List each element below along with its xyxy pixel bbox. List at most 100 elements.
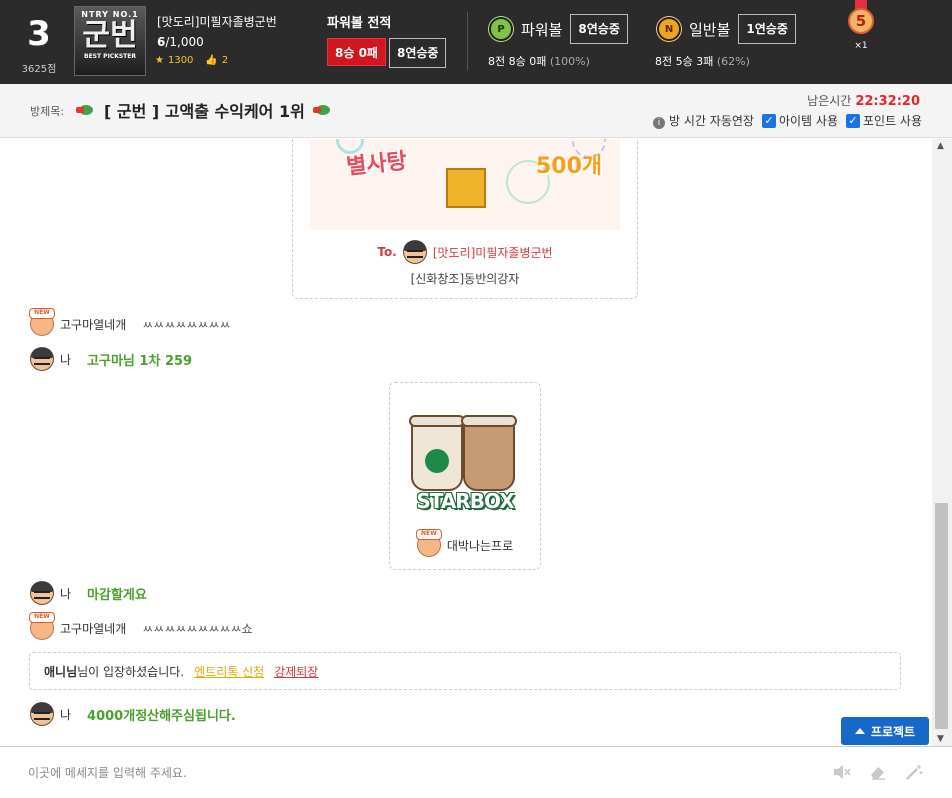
powerball-pct: (100%) [549,55,590,68]
message-nick[interactable]: 고구마열네개 [60,316,126,333]
gift-count-text: 500개 [536,154,603,179]
user-stats: ★ 1300 👍 2 [155,55,228,66]
normalball-name: 일반볼 [689,20,731,39]
chat-scrollbar[interactable]: ▲ ▼ [932,139,952,746]
point-use-label: 포인트 사용 [862,114,922,128]
kick-link[interactable]: 강제퇴장 [274,663,318,680]
remaining-label: 남은시간 [807,94,852,108]
message-text: ㅆㅆㅆㅆㅆㅆㅆㅆ [142,317,231,332]
chat-message: 고구마열네개 ㅆㅆㅆㅆㅆㅆㅆㅆ [29,308,231,336]
gift-title-text: 별사탕 [345,148,409,181]
rank-points: 3625점 [21,64,57,75]
gift-sender: [신화창조]동반의강자 [410,272,520,286]
powerball-stat: 8전 8승 0패 (100%) [488,53,590,69]
avatar[interactable] [30,581,54,605]
profile-header: 3 3625점 NTRY NO.1 군번 BEST PICKSTER [맛도리]… [0,0,952,84]
scroll-up-arrow-icon[interactable]: ▲ [937,141,944,151]
room-title-label: 방제목: [30,105,65,118]
gift-card-starbox: STARBOX 대박나는프로 [389,382,541,570]
item-use-label: 아이템 사용 [778,114,838,128]
normalball-icon: N [657,17,681,41]
avatar[interactable] [29,308,55,336]
gift-box-icon [446,168,486,208]
avatar [415,529,442,557]
username: [맛도리]미필자졸병군번 [157,15,277,29]
likes-stat: 👍 2 [205,55,228,66]
entry-notice: 애니님님이 입장하셨습니다. 엔트리톡 신청 강제퇴장 [29,652,901,690]
coffee-cups-icon [405,405,525,491]
info-icon: i [653,117,666,129]
scrollbar-thumb[interactable] [935,503,948,729]
room-title-text: [ 군번 ] 고액출 수익케어 1위 [104,102,305,121]
badge-main-text: 군번 [82,18,138,53]
count-total: /1,000 [165,35,204,49]
message-input-bar [0,746,952,798]
message-nick[interactable]: 나 [60,351,71,368]
chat-message: 나 마감할게요 [30,581,147,605]
entry-talk-link[interactable]: 엔트리톡 신청 [194,663,264,680]
auto-extend-option[interactable]: i방 시간 자동연장 [653,112,754,129]
profile-picture[interactable]: NTRY NO.1 군번 BEST PICKSTER [74,6,146,76]
powerball-icon: P [489,17,513,41]
coffee-cup-icon [409,415,465,491]
chat-message: 고구마열네개 ㅆㅆㅆㅆㅆㅆㅆㅆㅆ쇼 [29,612,253,640]
arrow-up-icon [854,728,865,734]
message-nick[interactable]: 나 [60,585,71,602]
chat-message: 나 고구마님 1차 259 [30,347,192,371]
message-text: 4000개정산해주심됩니다. [87,708,236,724]
header-divider [467,12,468,70]
powerball-record: 8승 0패 8연승중 [327,38,447,68]
medal-badge: 5 ×1 [846,0,876,51]
remaining-time-value: 22:32:20 [855,94,920,109]
powerball-name: 파워볼 [521,20,563,39]
mute-icon[interactable] [832,762,852,782]
likes-value: 2 [221,55,229,66]
streak-badge: 8연승중 [388,38,447,68]
avatar[interactable] [30,702,54,726]
stars-value: 1300 [167,55,194,66]
message-nick[interactable]: 고구마열네개 [60,620,126,637]
gift-image: 별사탕 500개 [310,139,620,230]
fish-icon [76,103,96,117]
user-count: 6/1,000 [157,35,204,49]
notice-text: 애니님님이 입장하셨습니다. [44,663,184,680]
remaining-time: 남은시간 22:32:20 [807,92,920,109]
thumbs-up-icon: 👍 [205,55,218,66]
checkmark-icon: ✓ [761,113,776,128]
notice-user: 애니님 [44,664,78,679]
message-text: 고구마님 1차 259 [87,353,193,369]
protect-button[interactable]: 프로젝트 [841,717,929,745]
avatar [402,240,427,264]
bubble-tea-icon [461,415,517,491]
room-title-bar: 방제목: [ 군번 ] 고액출 수익케어 1위 남은시간 22:32:20 i방 … [0,84,952,138]
to-prefix: To. [377,245,397,259]
point-use-checkbox[interactable]: ✓ 포인트 사용 [845,112,922,129]
chat-log[interactable]: 별사탕 500개 To. [맛도리]미필자졸병군번 [신화창조]동반의강자 고구… [0,139,932,746]
protect-button-label: 프로젝트 [870,724,916,739]
room-title: [ 군번 ] 고액출 수익케어 1위 [76,98,333,122]
message-input[interactable] [28,763,808,783]
powerball-stat-text: 8전 8승 0패 [488,55,547,68]
powerball-streak: 8연승중 [570,14,628,44]
input-tools [832,762,924,782]
scroll-down-arrow-icon[interactable]: ▼ [937,734,944,744]
magic-wand-icon[interactable] [904,762,924,782]
badge-bottom-text: BEST PICKSTER [84,53,136,60]
message-nick[interactable]: 나 [60,706,71,723]
stars-stat: ★ 1300 [155,55,193,66]
message-text: 마감할게요 [87,587,147,603]
medal-count: ×1 [854,41,868,51]
checkmark-icon: ✓ [845,113,860,128]
chat-message: 나 4000개정산해주심됩니다. [30,702,236,726]
item-use-checkbox[interactable]: ✓ 아이템 사용 [761,112,838,129]
powerball-record-title: 파워볼 전적 [327,16,392,31]
record-badge: 8승 0패 [327,38,386,66]
gift-brand: STARBOX [416,489,514,513]
notice-message: 님이 입장하셨습니다. [77,664,185,679]
avatar[interactable] [29,612,55,640]
fish-icon [312,103,333,117]
eraser-icon[interactable] [868,762,888,782]
message-text: ㅆㅆㅆㅆㅆㅆㅆㅆㅆ쇼 [142,621,253,636]
normalball-stat-text: 8전 5승 3패 [655,55,714,68]
avatar[interactable] [30,347,54,371]
